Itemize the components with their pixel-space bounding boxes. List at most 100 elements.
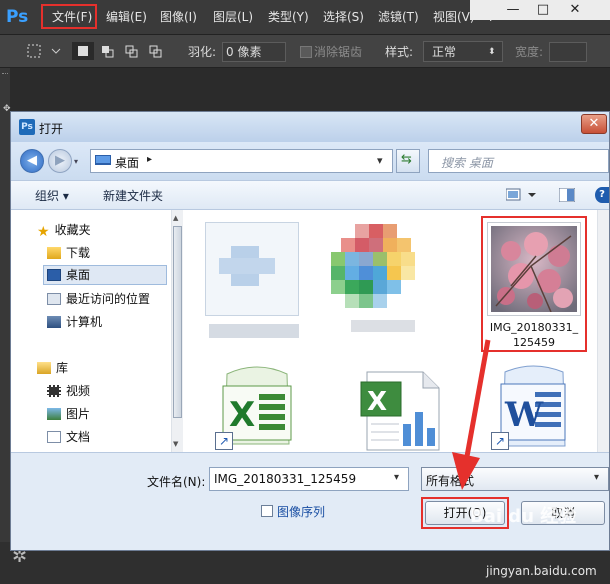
nav-item-downloads-label: 下载: [66, 246, 91, 260]
file-blurred-mosaic-icon[interactable]: [331, 224, 431, 344]
nav-item-documents[interactable]: 文档: [47, 427, 90, 447]
address-row: ◀ ▶ ▾ 桌面 ▸ ▾ ⇆ 搜索 桌面: [11, 142, 609, 180]
dialog-title: 打开: [39, 122, 64, 136]
search-placeholder: 搜索 桌面: [441, 156, 493, 170]
nav-item-downloads[interactable]: 下载: [47, 243, 90, 263]
style-label: 样式:: [385, 45, 414, 59]
menu-edit[interactable]: 编辑(E): [106, 9, 147, 25]
watermark-url: jingyan.baidu.com: [486, 564, 597, 578]
close-window-button[interactable]: ✕: [562, 0, 588, 20]
document-library-icon: [47, 431, 61, 443]
window-controls: — □ ✕: [470, 0, 610, 20]
ps-menubar: Ps 文件(F) 编辑(E) 图像(I) 图层(L) 类型(Y) 选择(S) 滤…: [0, 0, 610, 34]
nav-item-desktop[interactable]: 桌面: [47, 265, 90, 285]
tool-panel: ✥: [0, 68, 11, 584]
maximize-button[interactable]: □: [530, 0, 556, 20]
menu-layer[interactable]: 图层(L): [213, 9, 253, 25]
menu-select[interactable]: 选择(S): [323, 9, 364, 25]
menu-filter[interactable]: 滤镜(T): [378, 9, 419, 25]
svg-text:X: X: [367, 387, 387, 417]
photoshop-icon: Ps: [19, 119, 35, 135]
refresh-button[interactable]: ⇆: [396, 149, 420, 173]
scroll-up-icon[interactable]: ▲: [173, 214, 178, 222]
nav-item-pictures[interactable]: 图片: [47, 404, 90, 424]
feather-label: 羽化:: [188, 45, 217, 59]
file-area: IMG_20180331_ 125459 X ↗ X W ↗: [183, 210, 609, 452]
selected-file-name-line2: 125459: [513, 336, 555, 349]
search-input[interactable]: 搜索 桌面: [428, 149, 609, 173]
star-icon: ★: [37, 224, 50, 240]
panel-grip-icon: [2, 73, 8, 77]
nav-item-pictures-label: 图片: [66, 407, 91, 421]
video-library-icon: [47, 385, 61, 397]
menu-image[interactable]: 图像(I): [160, 9, 197, 25]
dialog-titlebar: Ps 打开 ✕: [11, 112, 609, 142]
nav-scroll-thumb[interactable]: [173, 226, 182, 418]
image-sequence-checkbox[interactable]: [261, 505, 273, 517]
scroll-down-icon[interactable]: ▼: [173, 440, 178, 448]
file-excel-chart[interactable]: X: [353, 360, 449, 452]
nav-scrollbar[interactable]: ▲ ▼: [171, 210, 183, 452]
selected-file-name-line1: IMG_20180331_: [489, 321, 579, 334]
minimize-button[interactable]: —: [500, 0, 526, 20]
library-icon: [37, 362, 51, 374]
view-options-icon[interactable]: [506, 188, 540, 202]
filename-label: 文件名(N):: [147, 475, 206, 489]
desktop-icon: [47, 269, 61, 281]
menu-type[interactable]: 类型(Y): [268, 9, 309, 25]
feather-input[interactable]: 0 像素: [222, 42, 286, 62]
picture-library-icon: [47, 408, 61, 420]
address-separator-icon[interactable]: ▸: [147, 154, 152, 165]
recent-places-icon: [47, 293, 61, 305]
options-bar: 羽化: 0 像素 消除锯齿 样式: 正常 ⬍ 宽度:: [0, 34, 610, 68]
menu-file-highlight: [41, 4, 97, 29]
nav-item-recent-label: 最近访问的位置: [66, 292, 151, 306]
address-dropdown-icon[interactable]: ▾: [377, 154, 383, 167]
selection-mode-icons[interactable]: [72, 42, 166, 60]
desktop-icon: [95, 155, 111, 165]
filename-dropdown-icon[interactable]: ▾: [394, 472, 399, 483]
selected-file-name[interactable]: IMG_20180331_ 125459: [489, 320, 579, 350]
refresh-icon: ⇆: [401, 152, 412, 167]
nav-favorites[interactable]: ★ 收藏夹: [37, 220, 91, 240]
width-input[interactable]: [549, 42, 587, 62]
blossom-thumbnail-icon: [491, 226, 577, 312]
annotation-arrow-icon: [452, 339, 491, 490]
blur-filename: [209, 324, 299, 338]
open-dialog: Ps 打开 ✕ ◀ ▶ ▾ 桌面 ▸ ▾ ⇆ 搜索 桌面 组织 ▾ 新建文件夹: [10, 111, 610, 551]
downloads-folder-icon: [47, 247, 61, 259]
organize-menu[interactable]: 组织 ▾: [35, 187, 69, 204]
nav-favorites-label: 收藏夹: [54, 223, 91, 237]
new-folder-button[interactable]: 新建文件夹: [103, 187, 163, 204]
image-sequence-label[interactable]: 图像序列: [277, 503, 325, 520]
recent-pages-chevron-icon[interactable]: ▾: [74, 157, 78, 166]
filename-value: IMG_20180331_125459: [214, 472, 357, 486]
filename-input[interactable]: IMG_20180331_125459 ▾: [209, 467, 409, 491]
nav-item-recent[interactable]: 最近访问的位置: [47, 289, 150, 309]
file-selected-image[interactable]: [487, 222, 581, 316]
back-button[interactable]: ◀: [20, 149, 44, 173]
menu-view[interactable]: 视图(V): [433, 9, 475, 25]
file-scrollbar[interactable]: [597, 210, 609, 452]
help-icon[interactable]: ?: [595, 187, 609, 203]
nav-libraries[interactable]: 库: [37, 358, 68, 378]
forward-button[interactable]: ▶: [48, 149, 72, 173]
file-blurred-document[interactable]: [201, 218, 305, 346]
address-bar[interactable]: 桌面 ▸ ▾: [90, 149, 393, 173]
address-location[interactable]: 桌面: [115, 154, 139, 171]
nav-item-videos[interactable]: 视频: [47, 381, 90, 401]
dialog-close-button[interactable]: ✕: [581, 114, 607, 134]
anti-alias-label: 消除锯齿: [314, 45, 363, 59]
marquee-tool-icon[interactable]: [26, 43, 66, 59]
blur-block: [219, 258, 275, 274]
anti-alias-checkbox[interactable]: [300, 46, 312, 58]
style-select[interactable]: 正常 ⬍: [423, 41, 503, 62]
shortcut-arrow-icon: ↗: [215, 432, 233, 450]
preview-pane-icon[interactable]: [559, 188, 575, 202]
computer-icon: [47, 316, 61, 328]
svg-text:X: X: [229, 395, 255, 435]
nav-computer[interactable]: 计算机: [47, 312, 102, 332]
filetype-dropdown-icon[interactable]: ▾: [594, 472, 599, 483]
file-excel-shortcut[interactable]: X ↗: [207, 360, 303, 452]
nav-computer-label: 计算机: [66, 315, 103, 329]
